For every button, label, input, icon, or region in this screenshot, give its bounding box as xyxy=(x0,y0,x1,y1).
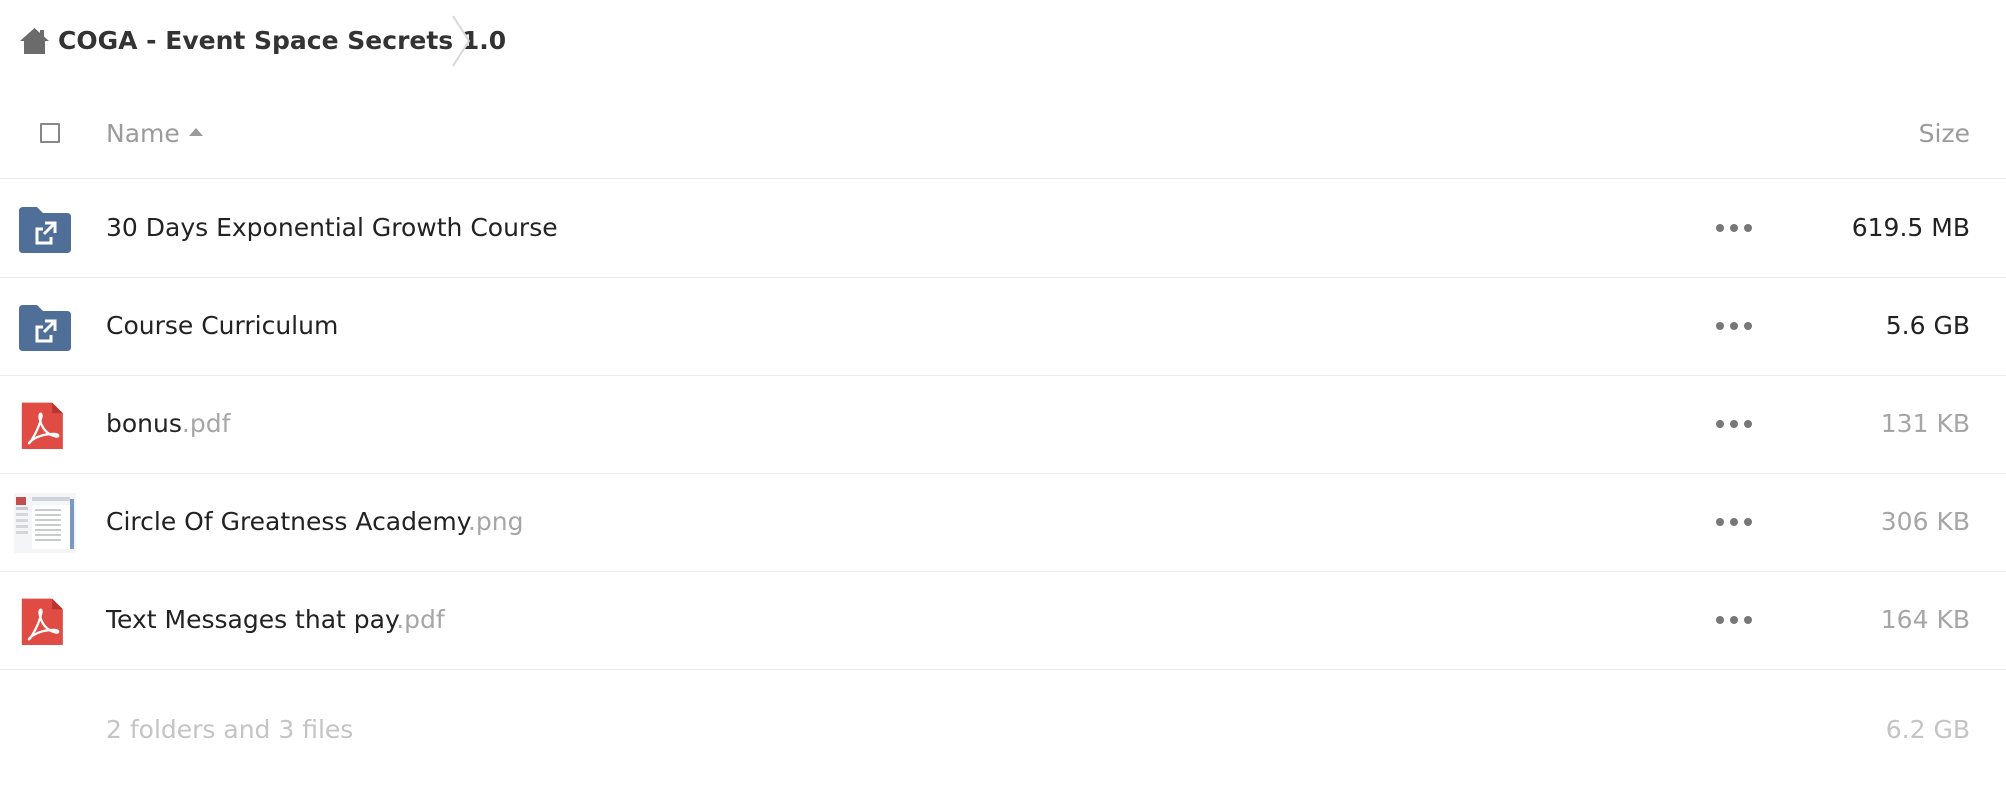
more-actions-icon[interactable] xyxy=(1716,314,1752,338)
more-actions-icon[interactable] xyxy=(1716,510,1752,534)
table-row[interactable]: Course Curriculum 5.6 GB xyxy=(0,278,2006,376)
table-row[interactable]: Text Messages that pay.pdf 164 KB xyxy=(0,572,2006,670)
more-actions-icon[interactable] xyxy=(1716,608,1752,632)
file-browser: COGA - Event Space Secrets 1.0 Name Size… xyxy=(0,0,2006,788)
file-name[interactable]: Course Curriculum xyxy=(106,306,338,346)
file-size: 619.5 MB xyxy=(1851,213,1970,242)
size-column-header[interactable]: Size xyxy=(1919,114,1970,154)
shared-folder-icon xyxy=(19,305,71,351)
file-name[interactable]: bonus.pdf xyxy=(106,404,230,444)
file-name[interactable]: Circle Of Greatness Academy.png xyxy=(106,502,524,542)
home-icon[interactable] xyxy=(19,27,50,55)
shared-folder-icon xyxy=(19,207,71,253)
file-name[interactable]: Text Messages that pay.pdf xyxy=(106,600,445,640)
pdf-icon xyxy=(21,402,63,449)
breadcrumb: COGA - Event Space Secrets 1.0 xyxy=(0,0,2006,82)
table-header: Name Size xyxy=(0,90,2006,179)
name-column-header[interactable]: Name xyxy=(106,114,180,154)
pdf-icon xyxy=(21,598,63,645)
more-actions-icon[interactable] xyxy=(1716,216,1752,240)
file-size: 306 KB xyxy=(1880,507,1970,536)
file-size: 5.6 GB xyxy=(1885,311,1970,340)
table-row[interactable]: bonus.pdf 131 KB xyxy=(0,376,2006,474)
summary-total-size: 6.2 GB xyxy=(1885,715,1970,744)
breadcrumb-current-folder[interactable]: COGA - Event Space Secrets 1.0 xyxy=(58,20,506,62)
file-name[interactable]: 30 Days Exponential Growth Course xyxy=(106,208,558,248)
summary-row: 2 folders and 3 files 6.2 GB xyxy=(0,690,2006,770)
summary-count: 2 folders and 3 files xyxy=(106,715,354,744)
image-thumbnail xyxy=(14,493,76,553)
sort-ascending-icon[interactable] xyxy=(188,126,204,138)
select-all-checkbox[interactable] xyxy=(40,123,60,143)
table-row[interactable]: Circle Of Greatness Academy.png 306 KB xyxy=(0,474,2006,572)
breadcrumb-separator-icon xyxy=(452,15,471,67)
more-actions-icon[interactable] xyxy=(1716,412,1752,436)
file-size: 164 KB xyxy=(1880,605,1970,634)
file-size: 131 KB xyxy=(1880,409,1970,438)
table-row[interactable]: 30 Days Exponential Growth Course 619.5 … xyxy=(0,180,2006,278)
